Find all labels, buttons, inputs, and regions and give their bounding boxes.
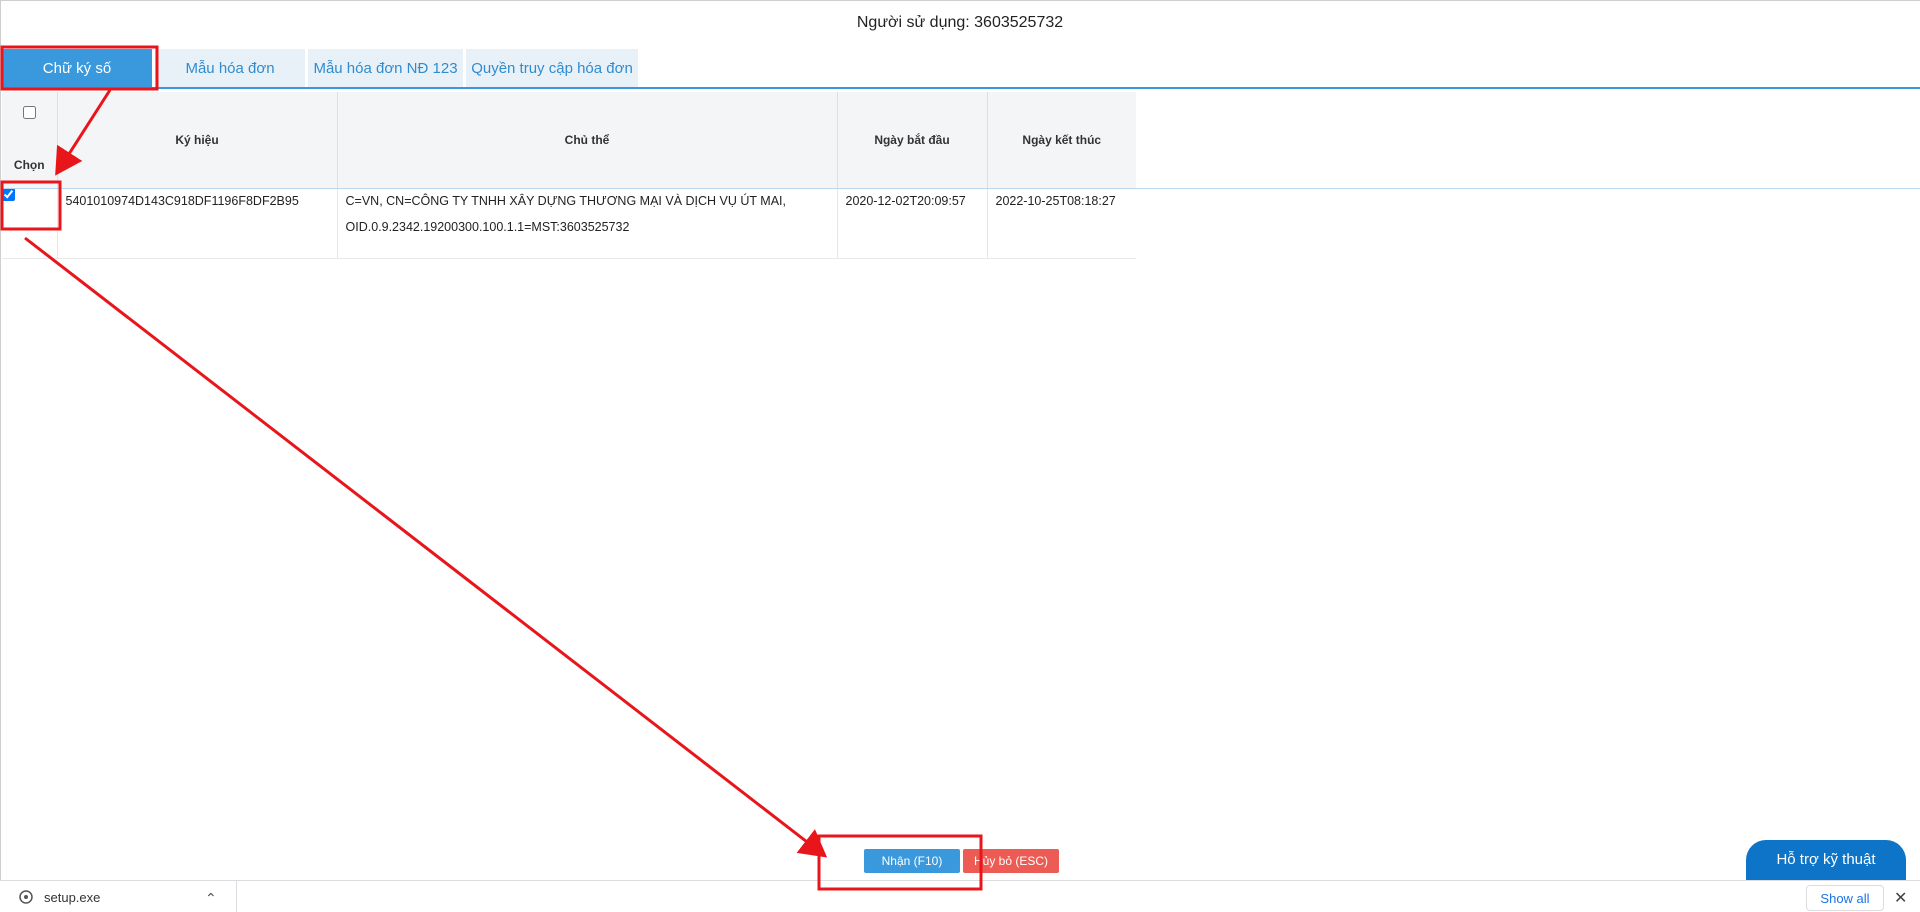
- tab-invoice-access[interactable]: Quyền truy cập hóa đơn: [466, 49, 638, 87]
- row-symbol: 5401010974D143C918DF1196F8DF2B95: [65, 194, 299, 208]
- column-header-symbol[interactable]: Ký hiệu: [57, 92, 338, 188]
- tab-underline: [2, 87, 1920, 89]
- user-header: Người sử dụng: 3603525732: [856, 14, 1064, 31]
- chevron-up-icon[interactable]: ⌃: [205, 890, 217, 907]
- accept-button[interactable]: Nhận (F10): [864, 849, 960, 873]
- select-label: Chọn: [13, 158, 45, 172]
- support-button[interactable]: Hỗ trợ kỹ thuật: [1746, 840, 1906, 884]
- header-divider: [2, 188, 1920, 189]
- signature-table: Chọn Ký hiệu Chủ thể Ngày bắt đầu Ngày k…: [2, 92, 1136, 259]
- cancel-button[interactable]: Hủy bỏ (ESC): [963, 849, 1059, 873]
- row-start-date: 2020-12-02T20:09:57: [845, 194, 966, 208]
- row-end-date: 2022-10-25T08:18:27: [995, 194, 1116, 208]
- tab-invoice-template-nd123[interactable]: Mẫu hóa đơn NĐ 123: [308, 49, 463, 87]
- download-divider: [236, 881, 237, 912]
- tab-digital-signature[interactable]: Chữ ký số: [2, 49, 152, 87]
- table-header-row: Chọn Ký hiệu Chủ thể Ngày bắt đầu Ngày k…: [2, 92, 1136, 188]
- tab-invoice-template[interactable]: Mẫu hóa đơn: [155, 49, 305, 87]
- select-column-header: Chọn: [2, 92, 58, 188]
- column-header-subject[interactable]: Chủ thể: [337, 92, 838, 188]
- tab-bar: Chữ ký số Mẫu hóa đơn Mẫu hóa đơn NĐ 123…: [2, 49, 638, 87]
- action-buttons: Nhận (F10) Hủy bỏ (ESC): [864, 849, 1059, 873]
- row-select-cell: [2, 188, 58, 259]
- download-file-name: setup.exe: [44, 889, 101, 905]
- installer-icon: [19, 890, 33, 904]
- column-header-end-date[interactable]: Ngày kết thúc: [987, 92, 1136, 188]
- show-all-button[interactable]: Show all: [1806, 885, 1884, 911]
- download-bar: setup.exe ⌃ Show all ✕: [0, 880, 1920, 912]
- column-header-start-date[interactable]: Ngày bắt đầu: [837, 92, 988, 188]
- select-all-checkbox[interactable]: [22, 106, 36, 119]
- download-item[interactable]: setup.exe: [18, 889, 100, 905]
- table-row[interactable]: 5401010974D143C918DF1196F8DF2B95 C=VN, C…: [2, 188, 1136, 259]
- close-icon[interactable]: ✕: [1894, 888, 1907, 908]
- row-subject: C=VN, CN=CÔNG TY TNHH XÂY DỰNG THƯƠNG MẠ…: [345, 194, 786, 234]
- row-checkbox[interactable]: [2, 188, 15, 201]
